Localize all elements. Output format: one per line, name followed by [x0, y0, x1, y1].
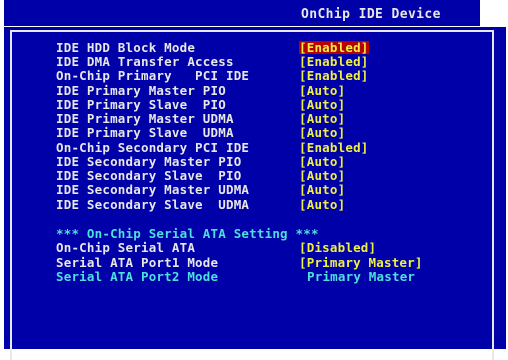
- setting-value[interactable]: [Auto]: [299, 183, 345, 196]
- setting-value[interactable]: [Auto]: [299, 155, 345, 168]
- setting-label: IDE Secondary Slave PIO: [56, 168, 242, 183]
- setting-row-ide-primary-slave-pio[interactable]: IDE Primary Slave PIO [Auto]: [56, 98, 345, 111]
- setting-label: IDE HDD Block Mode: [56, 40, 196, 55]
- setting-value[interactable]: [Disabled]: [299, 241, 376, 254]
- setting-row-onchip-primary-pci-ide[interactable]: On-Chip Primary PCI IDE [Enabled]: [56, 69, 368, 82]
- setting-row-serial-ata-port1-mode[interactable]: Serial ATA Port1 Mode [Primary Master]: [56, 256, 422, 269]
- setting-value[interactable]: [Auto]: [299, 112, 345, 125]
- setting-row-onchip-serial-ata[interactable]: On-Chip Serial ATA [Disabled]: [56, 241, 376, 254]
- setting-row-ide-secondary-slave-udma[interactable]: IDE Secondary Slave UDMA [Auto]: [56, 198, 345, 211]
- setting-label-disabled: Serial ATA Port2 Mode: [56, 269, 219, 284]
- setting-row-ide-secondary-master-pio[interactable]: IDE Secondary Master PIO [Auto]: [56, 155, 345, 168]
- setting-label: IDE DMA Transfer Access: [56, 54, 234, 69]
- setting-label: IDE Primary Slave PIO: [56, 97, 226, 112]
- setting-row-ide-primary-master-udma[interactable]: IDE Primary Master UDMA [Auto]: [56, 112, 345, 125]
- setting-row-serial-ata-port2-mode: Serial ATA Port2 Mode Primary Master: [56, 270, 415, 283]
- setting-label: IDE Secondary Slave UDMA: [56, 197, 250, 212]
- setting-value[interactable]: [Enabled]: [299, 141, 369, 154]
- setting-row-ide-primary-slave-udma[interactable]: IDE Primary Slave UDMA [Auto]: [56, 126, 345, 139]
- setting-value[interactable]: [Enabled]: [299, 55, 369, 68]
- setting-label: IDE Primary Master PIO: [56, 83, 226, 98]
- setting-value-selected[interactable]: [Enabled]: [299, 41, 369, 54]
- setting-label: On-Chip Primary PCI IDE: [56, 68, 250, 83]
- setting-value[interactable]: [Auto]: [299, 126, 345, 139]
- setting-value-disabled: Primary Master: [307, 269, 416, 284]
- setting-label: IDE Secondary Master PIO: [56, 154, 242, 169]
- setting-row-ide-secondary-master-udma[interactable]: IDE Secondary Master UDMA [Auto]: [56, 183, 345, 196]
- sata-section-heading: *** On-Chip Serial ATA Setting ***: [56, 226, 319, 241]
- setting-value[interactable]: [Auto]: [299, 98, 345, 111]
- setting-value[interactable]: [Auto]: [299, 84, 345, 97]
- setting-label: IDE Secondary Master UDMA: [56, 182, 250, 197]
- setting-label: On-Chip Serial ATA: [56, 240, 196, 255]
- setting-label: IDE Primary Slave UDMA: [56, 125, 234, 140]
- setting-value[interactable]: [Auto]: [299, 169, 345, 182]
- setting-label: Serial ATA Port1 Mode: [56, 255, 219, 270]
- setting-row-ide-hdd-block-mode[interactable]: IDE HDD Block Mode [Enabled]: [56, 41, 369, 54]
- setting-row-ide-secondary-slave-pio[interactable]: IDE Secondary Slave PIO [Auto]: [56, 169, 345, 182]
- title-bar: OnChip IDE Device: [4, 0, 480, 26]
- setting-value[interactable]: [Primary Master]: [299, 256, 423, 269]
- setting-row-onchip-secondary-pci-ide[interactable]: On-Chip Secondary PCI IDE [Enabled]: [56, 141, 368, 154]
- bios-screen: OnChip IDE Device IDE HDD Block Mode [En…: [0, 0, 508, 360]
- setting-row-ide-dma-transfer-access[interactable]: IDE DMA Transfer Access [Enabled]: [56, 55, 368, 68]
- setting-label: On-Chip Secondary PCI IDE: [56, 140, 250, 155]
- setting-row-ide-primary-master-pio[interactable]: IDE Primary Master PIO [Auto]: [56, 84, 345, 97]
- setting-value[interactable]: [Enabled]: [299, 69, 369, 82]
- page-title: OnChip IDE Device: [301, 7, 441, 22]
- setting-value[interactable]: [Auto]: [299, 198, 345, 211]
- setting-label: IDE Primary Master UDMA: [56, 111, 234, 126]
